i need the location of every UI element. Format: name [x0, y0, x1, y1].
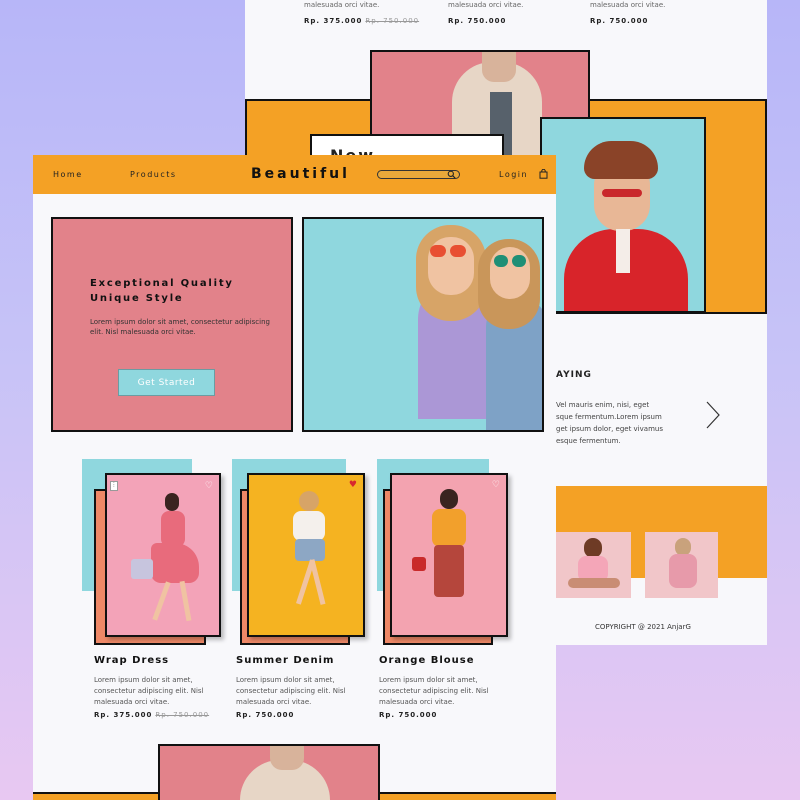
product-title[interactable]: Wrap Dress	[94, 655, 169, 666]
heart-icon[interactable]: ♡	[205, 481, 213, 491]
gallery-photo-2	[645, 532, 718, 598]
blazer-photo	[158, 744, 380, 800]
back-product-desc-1: malesuada orci vitae.	[304, 1, 380, 9]
hero-heading-line1: Exceptional Quality	[90, 278, 234, 289]
get-started-button[interactable]: Get Started	[118, 369, 215, 396]
back-product-price-3: Rp. 750.000	[590, 17, 649, 25]
product-price: Rp. 750.000	[379, 711, 438, 719]
cart-icon[interactable]	[539, 169, 548, 179]
product-photo-wrap-dress[interactable]: ⋮ ♡	[105, 473, 221, 637]
back-product-price-2: Rp. 750.000	[448, 17, 507, 25]
back-product-desc-2: malesuada orci vitae.	[448, 1, 524, 9]
product-price: Rp. 375.000 Rp. 750.000	[94, 711, 209, 719]
product-title[interactable]: Orange Blouse	[379, 655, 475, 666]
hero-photo	[302, 217, 544, 432]
testimonial-heading: AYING	[556, 370, 592, 380]
product-description: Lorem ipsum dolor sit amet, consectetur …	[379, 676, 489, 706]
search-icon	[447, 170, 456, 179]
red-jacket-photo	[540, 117, 706, 313]
testimonial-text: Vel mauris enim, nisi, eget sque ferment…	[556, 401, 663, 445]
product-description: Lorem ipsum dolor sit amet, consectetur …	[236, 676, 346, 706]
hero-text-panel: Exceptional Quality Unique Style Lorem i…	[51, 217, 293, 432]
product-price: Rp. 750.000	[236, 711, 295, 719]
hero-description: Lorem ipsum dolor sit amet, consectetur …	[90, 318, 270, 336]
nav-products-link[interactable]: Products	[130, 170, 177, 179]
hero-heading-line2: Unique Style	[90, 293, 184, 304]
price-value: Rp. 375.000	[94, 711, 153, 719]
chevron-right-icon[interactable]	[701, 400, 729, 430]
product-title[interactable]: Summer Denim	[236, 655, 334, 666]
product-description: Lorem ipsum dolor sit amet, consectetur …	[94, 676, 204, 706]
homepage-preview: Home Products Beautiful Login Exceptiona…	[33, 155, 556, 800]
copyright-text: COPYRIGHT @ 2021 AnjarG	[595, 623, 691, 631]
nav-home-link[interactable]: Home	[53, 170, 83, 179]
tag-icon: ⋮	[110, 481, 118, 491]
gallery-photo-1	[556, 532, 631, 598]
product-photo-orange-blouse[interactable]: ♡	[390, 473, 508, 637]
product-photo-summer-denim[interactable]: ♥	[247, 473, 365, 637]
brand-logo[interactable]: Beautiful	[251, 166, 350, 182]
old-price: Rp. 750.000	[155, 711, 210, 719]
search-input[interactable]	[377, 170, 460, 179]
nav-login-link[interactable]: Login	[499, 170, 528, 179]
back-product-desc-3: malesuada orci vitae.	[590, 1, 666, 9]
back-price-value: Rp. 375.000	[304, 17, 363, 25]
heart-icon[interactable]: ♥	[349, 480, 357, 490]
heart-icon[interactable]: ♡	[492, 480, 500, 490]
back-old-price: Rp. 750.000	[365, 17, 420, 25]
back-product-price-1: Rp. 375.000 Rp. 750.000	[304, 17, 419, 25]
navbar: Home Products Beautiful Login	[33, 155, 556, 194]
